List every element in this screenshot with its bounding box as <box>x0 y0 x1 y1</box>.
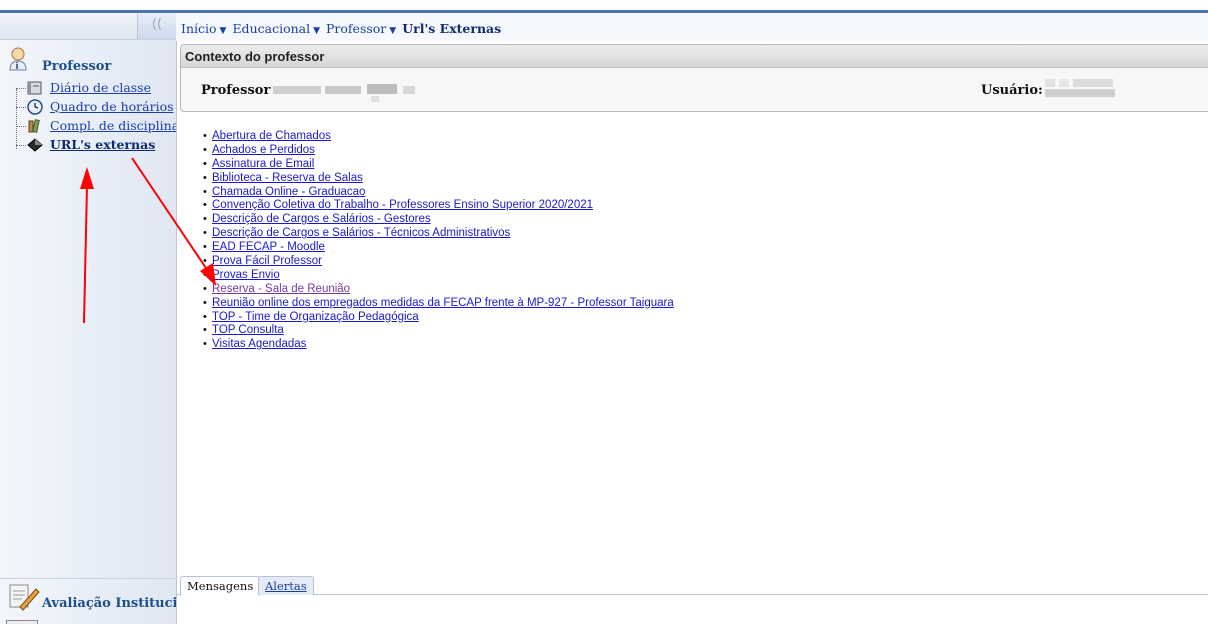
sidebar-collapse-bar: (( <box>0 13 176 40</box>
list-item: EAD FECAP - Moodle <box>203 241 674 255</box>
redacted-username <box>1073 79 1113 87</box>
svg-text:i: i <box>16 62 19 71</box>
list-item: Assinatura de Email <box>203 158 674 172</box>
external-urls-list: Abertura de Chamados Achados e Perdidos … <box>203 130 674 352</box>
redacted-username <box>1045 89 1115 97</box>
diamond-icon <box>27 138 43 152</box>
pencil-note-icon <box>9 584 40 611</box>
list-item: Abertura de Chamados <box>203 130 674 144</box>
context-panel: Contexto do professor Professor Usuário: <box>180 44 1208 112</box>
sidebar-section-title: Avaliação Institucional <box>42 596 177 611</box>
external-link[interactable]: Chamada Online - Graduacao <box>212 186 365 198</box>
sidebar-item-label[interactable]: Diário de classe <box>50 80 151 95</box>
list-item: Convenção Coletiva do Trabalho - Profess… <box>203 199 674 213</box>
redacted-username <box>1059 79 1069 87</box>
redacted-name <box>371 96 379 102</box>
dropdown-caret-icon[interactable]: ▼ <box>313 26 320 36</box>
breadcrumb-current: Url's Externas <box>402 21 502 36</box>
sidebar: (( i Professor Diário de classe Quadro d… <box>0 13 177 624</box>
external-link[interactable]: Achados e Perdidos <box>212 144 315 156</box>
list-item: TOP Consulta <box>203 324 674 338</box>
tab-mensagens[interactable]: Mensagens <box>180 576 261 596</box>
redacted-username <box>1045 79 1055 87</box>
breadcrumb-professor[interactable]: Professor <box>326 21 386 36</box>
sidebar-section-title: Professor <box>42 59 112 74</box>
redacted-name <box>273 86 321 94</box>
list-item: Reserva - Sala de Reunião <box>203 283 674 297</box>
sidebar-item-label[interactable]: URL's externas <box>50 137 155 152</box>
sidebar-item-label[interactable]: Compl. de disciplina <box>50 118 176 133</box>
context-panel-title: Contexto do professor <box>185 49 325 64</box>
tab-alertas[interactable]: Alertas <box>258 576 314 595</box>
collapse-sidebar-button[interactable]: (( <box>137 13 176 39</box>
external-link[interactable]: TOP Consulta <box>212 324 284 336</box>
messages-tabs: Mensagens Alertas <box>176 576 1208 624</box>
breadcrumb-inicio[interactable]: Início <box>181 21 217 36</box>
external-link[interactable]: Convenção Coletiva do Trabalho - Profess… <box>212 199 593 211</box>
sidebar-item-diario-de-classe[interactable]: Diário de classe <box>12 79 176 98</box>
sidebar-item-urls-externas[interactable]: URL's externas <box>12 136 176 155</box>
redacted-name <box>367 84 397 94</box>
professor-label: Professor <box>201 83 271 98</box>
list-item: Achados e Perdidos <box>203 144 674 158</box>
external-link[interactable]: Prova Fácil Professor <box>212 255 322 267</box>
dropdown-caret-icon[interactable]: ▼ <box>389 26 396 36</box>
list-item: Chamada Online - Graduacao <box>203 186 674 200</box>
list-item: Reunião online dos empregados medidas da… <box>203 297 674 311</box>
book-icon <box>27 81 42 95</box>
external-link-reserva-sala[interactable]: Reserva - Sala de Reunião <box>212 283 350 295</box>
external-link[interactable]: Biblioteca - Reserva de Salas <box>212 172 363 184</box>
external-link[interactable]: Descrição de Cargos e Salários - Técnico… <box>212 227 510 239</box>
books-icon <box>28 119 40 133</box>
breadcrumb: Início ▼ Educacional ▼ Professor ▼ Url's Exter… <box>176 13 1208 41</box>
external-link[interactable]: Abertura de Chamados <box>212 130 331 142</box>
external-link[interactable]: Reunião online dos empregados medidas da… <box>212 297 674 309</box>
list-item: Descrição de Cargos e Salários - Gestore… <box>203 213 674 227</box>
sidebar-item-quadro-de-horarios[interactable]: Quadro de horários <box>12 98 176 117</box>
sidebar-item-compl-de-disciplina[interactable]: Compl. de disciplina <box>12 117 176 136</box>
breadcrumb-educacional[interactable]: Educacional <box>232 21 310 36</box>
redacted-name <box>403 86 415 94</box>
professor-user-icon: i <box>9 47 27 71</box>
list-item: Prova Fácil Professor <box>203 255 674 269</box>
external-link[interactable]: Assinatura de Email <box>212 158 314 170</box>
sidebar-item-label[interactable]: Quadro de horários <box>50 99 174 114</box>
clock-icon <box>27 99 43 115</box>
context-panel-header: Contexto do professor <box>181 45 1208 68</box>
sidebar-menu-tree: Diário de classe Quadro de horários Comp… <box>12 79 176 155</box>
list-item: Visitas Agendadas <box>203 338 674 352</box>
list-item: Biblioteca - Reserva de Salas <box>203 172 674 186</box>
usuario-label: Usuário: <box>981 83 1043 98</box>
external-link[interactable]: Descrição de Cargos e Salários - Gestore… <box>212 213 431 225</box>
external-link[interactable]: Provas Envio <box>212 269 280 281</box>
redacted-name <box>325 86 361 94</box>
list-item: TOP - Time de Organização Pedagógica <box>203 311 674 325</box>
external-link[interactable]: EAD FECAP - Moodle <box>212 241 325 253</box>
sidebar-next-section-icon <box>6 620 38 624</box>
external-link[interactable]: Visitas Agendadas <box>212 338 306 350</box>
dropdown-caret-icon[interactable]: ▼ <box>220 26 227 36</box>
sidebar-section-professor[interactable]: i Professor <box>0 43 176 75</box>
list-item: Provas Envio <box>203 269 674 283</box>
list-item: Descrição de Cargos e Salários - Técnico… <box>203 227 674 241</box>
sidebar-section-avaliacao-institucional[interactable]: Avaliação Institucional <box>0 578 176 624</box>
external-link[interactable]: TOP - Time de Organização Pedagógica <box>212 311 419 323</box>
